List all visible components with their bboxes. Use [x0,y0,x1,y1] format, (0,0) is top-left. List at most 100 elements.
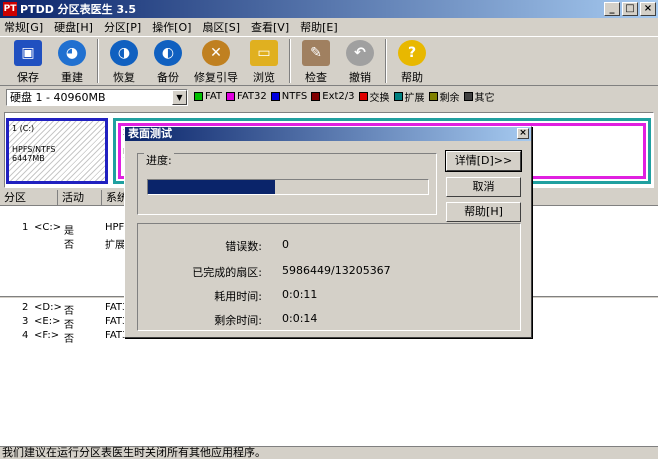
legend-label: 扩展 [404,93,425,104]
dialog-title-bar: 表面测试 × [125,127,531,141]
minimize-button[interactable]: _ [604,2,620,16]
cancel-button[interactable]: 取消 [446,177,521,197]
title-bar: PT PTDD 分区表医生 3.5 _ □ × [0,0,658,18]
errors-value: 0 [282,238,289,251]
cell-active: 是 [64,226,74,237]
progress-label: 进度: [144,152,174,168]
cell-num: 2 [22,302,29,313]
status-bar: 我们建议在运行分区表医生时关闭所有其他应用程序。 [0,446,658,459]
browse-button[interactable]: ▭ 浏览 [242,37,286,85]
app-icon: PT [3,2,17,16]
check-label: 检查 [305,71,327,84]
disk-select-value: 硬盘 1 - 40960MB [10,91,106,104]
toolbar: ▣ 保存 ◕ 重建 ◑ 恢复 ◐ 备份 ✕ 修复引导 ▭ 浏览 ✎ 检查 ↶ 撤… [0,36,658,86]
cell-system: 扩展 [105,240,125,251]
window-title: PTDD 分区表医生 3.5 [20,3,136,16]
close-button[interactable]: × [640,2,656,16]
maximize-button[interactable]: □ [622,2,638,16]
ntfs-swatch [270,92,280,101]
fat32-swatch [226,92,236,101]
restore-label: 恢复 [113,71,135,84]
help-button[interactable]: 帮助[H] [446,202,521,222]
legend-label: Ext2/3 [322,91,355,102]
disk-select[interactable]: 硬盘 1 - 40960MB ▼ [6,89,188,106]
cell-active: 否 [64,334,74,345]
column-active[interactable]: 活动 [58,190,102,205]
check-icon: ✎ [302,40,330,66]
cell-active: 否 [64,320,74,331]
legend-extended: 扩展 [393,89,425,104]
save-icon: ▣ [14,40,42,66]
backup-label: 备份 [157,71,179,84]
restore-button[interactable]: ◑ 恢复 [102,37,146,85]
menu-view[interactable]: 查看[V] [251,19,289,35]
menu-bar: 常规[G] 硬盘[H] 分区[P] 操作[O] 扇区[S] 查看[V] 帮助[E… [0,18,658,36]
menu-disk[interactable]: 硬盘[H] [54,19,93,35]
menu-partition[interactable]: 分区[P] [104,19,141,35]
legend-free: 剩余 [428,89,460,104]
legend-swap: 交换 [358,89,390,104]
elapsed-label: 耗用时间: [214,290,262,303]
legend-label: FAT32 [237,91,267,102]
toolbar-separator [289,39,291,83]
other-swatch [463,92,473,101]
legend-label: FAT [205,91,223,102]
cell-drive: <C:> [34,222,62,233]
ext-swatch [311,92,321,101]
save-label: 保存 [17,71,39,84]
undo-button[interactable]: ↶ 撤销 [338,37,382,85]
partition-size: 6447MB [12,154,45,163]
legend-fat32: FAT32 [226,91,267,102]
progress-fill [148,180,275,194]
browse-icon: ▭ [250,40,278,66]
repair-boot-icon: ✕ [202,40,230,66]
cell-drive: <E:> [34,316,61,327]
errors-label: 错误数: [225,240,262,253]
legend-label: NTFS [281,91,308,102]
undo-label: 撤销 [349,71,371,84]
legend-fat: FAT [194,91,222,102]
partition-fs: HPFS/NTFS [12,145,56,154]
menu-general[interactable]: 常规[G] [4,19,43,35]
menu-help[interactable]: 帮助[E] [300,19,338,35]
column-partition[interactable]: 分区 [0,190,58,205]
legend-label: 其它 [474,93,495,104]
partition-legend: FAT FAT32 NTFS Ext2/3 交换 扩展 剩余 其它 [194,89,499,104]
details-button[interactable]: 详情[D]>> [445,150,522,172]
repair-boot-label: 修复引导 [194,71,238,84]
menu-operation[interactable]: 操作[O] [152,19,191,35]
sectors-value: 5986449/13205367 [282,264,391,277]
dialog-title: 表面测试 [128,127,172,140]
check-button[interactable]: ✎ 检查 [294,37,338,85]
toolbar-separator [385,39,387,83]
save-button[interactable]: ▣ 保存 [6,37,50,85]
stats-group: 错误数: 0 已完成的扇区: 5986449/13205367 耗用时间: 0:… [137,223,521,331]
cell-num: 4 [22,330,29,341]
sectors-label: 已完成的扇区: [192,266,262,279]
rebuild-button[interactable]: ◕ 重建 [50,37,94,85]
progress-bar [147,179,429,195]
help-button[interactable]: ? 帮助 [390,37,434,85]
toolbar-separator [97,39,99,83]
cell-num: 3 [22,316,29,327]
legend-ext: Ext2/3 [311,91,355,102]
backup-button[interactable]: ◐ 备份 [146,37,190,85]
partition-c-block[interactable]: 1 (C:) HPFS/NTFS 6447MB [6,118,108,184]
remaining-value: 0:0:14 [282,312,318,325]
legend-label: 剩余 [439,93,460,104]
cell-drive: <F:> [34,330,60,341]
dialog-close-button[interactable]: × [517,128,529,139]
progress-group: 进度: [137,152,437,215]
menu-sector[interactable]: 扇区[S] [202,19,240,35]
browse-label: 浏览 [253,71,275,84]
legend-other: 其它 [463,89,495,104]
undo-icon: ↶ [346,40,374,66]
legend-label: 交换 [369,93,390,104]
surface-test-dialog: 表面测试 × 进度: 详情[D]>> 取消 帮助[H] 错误数: 0 已完成的扇… [124,126,532,338]
partition-label: 1 (C:) [12,124,35,133]
cell-active: 否 [64,306,74,317]
restore-icon: ◑ [110,40,138,66]
free-swatch [428,92,438,101]
chevron-down-icon[interactable]: ▼ [172,90,187,105]
repair-boot-button[interactable]: ✕ 修复引导 [190,37,242,85]
